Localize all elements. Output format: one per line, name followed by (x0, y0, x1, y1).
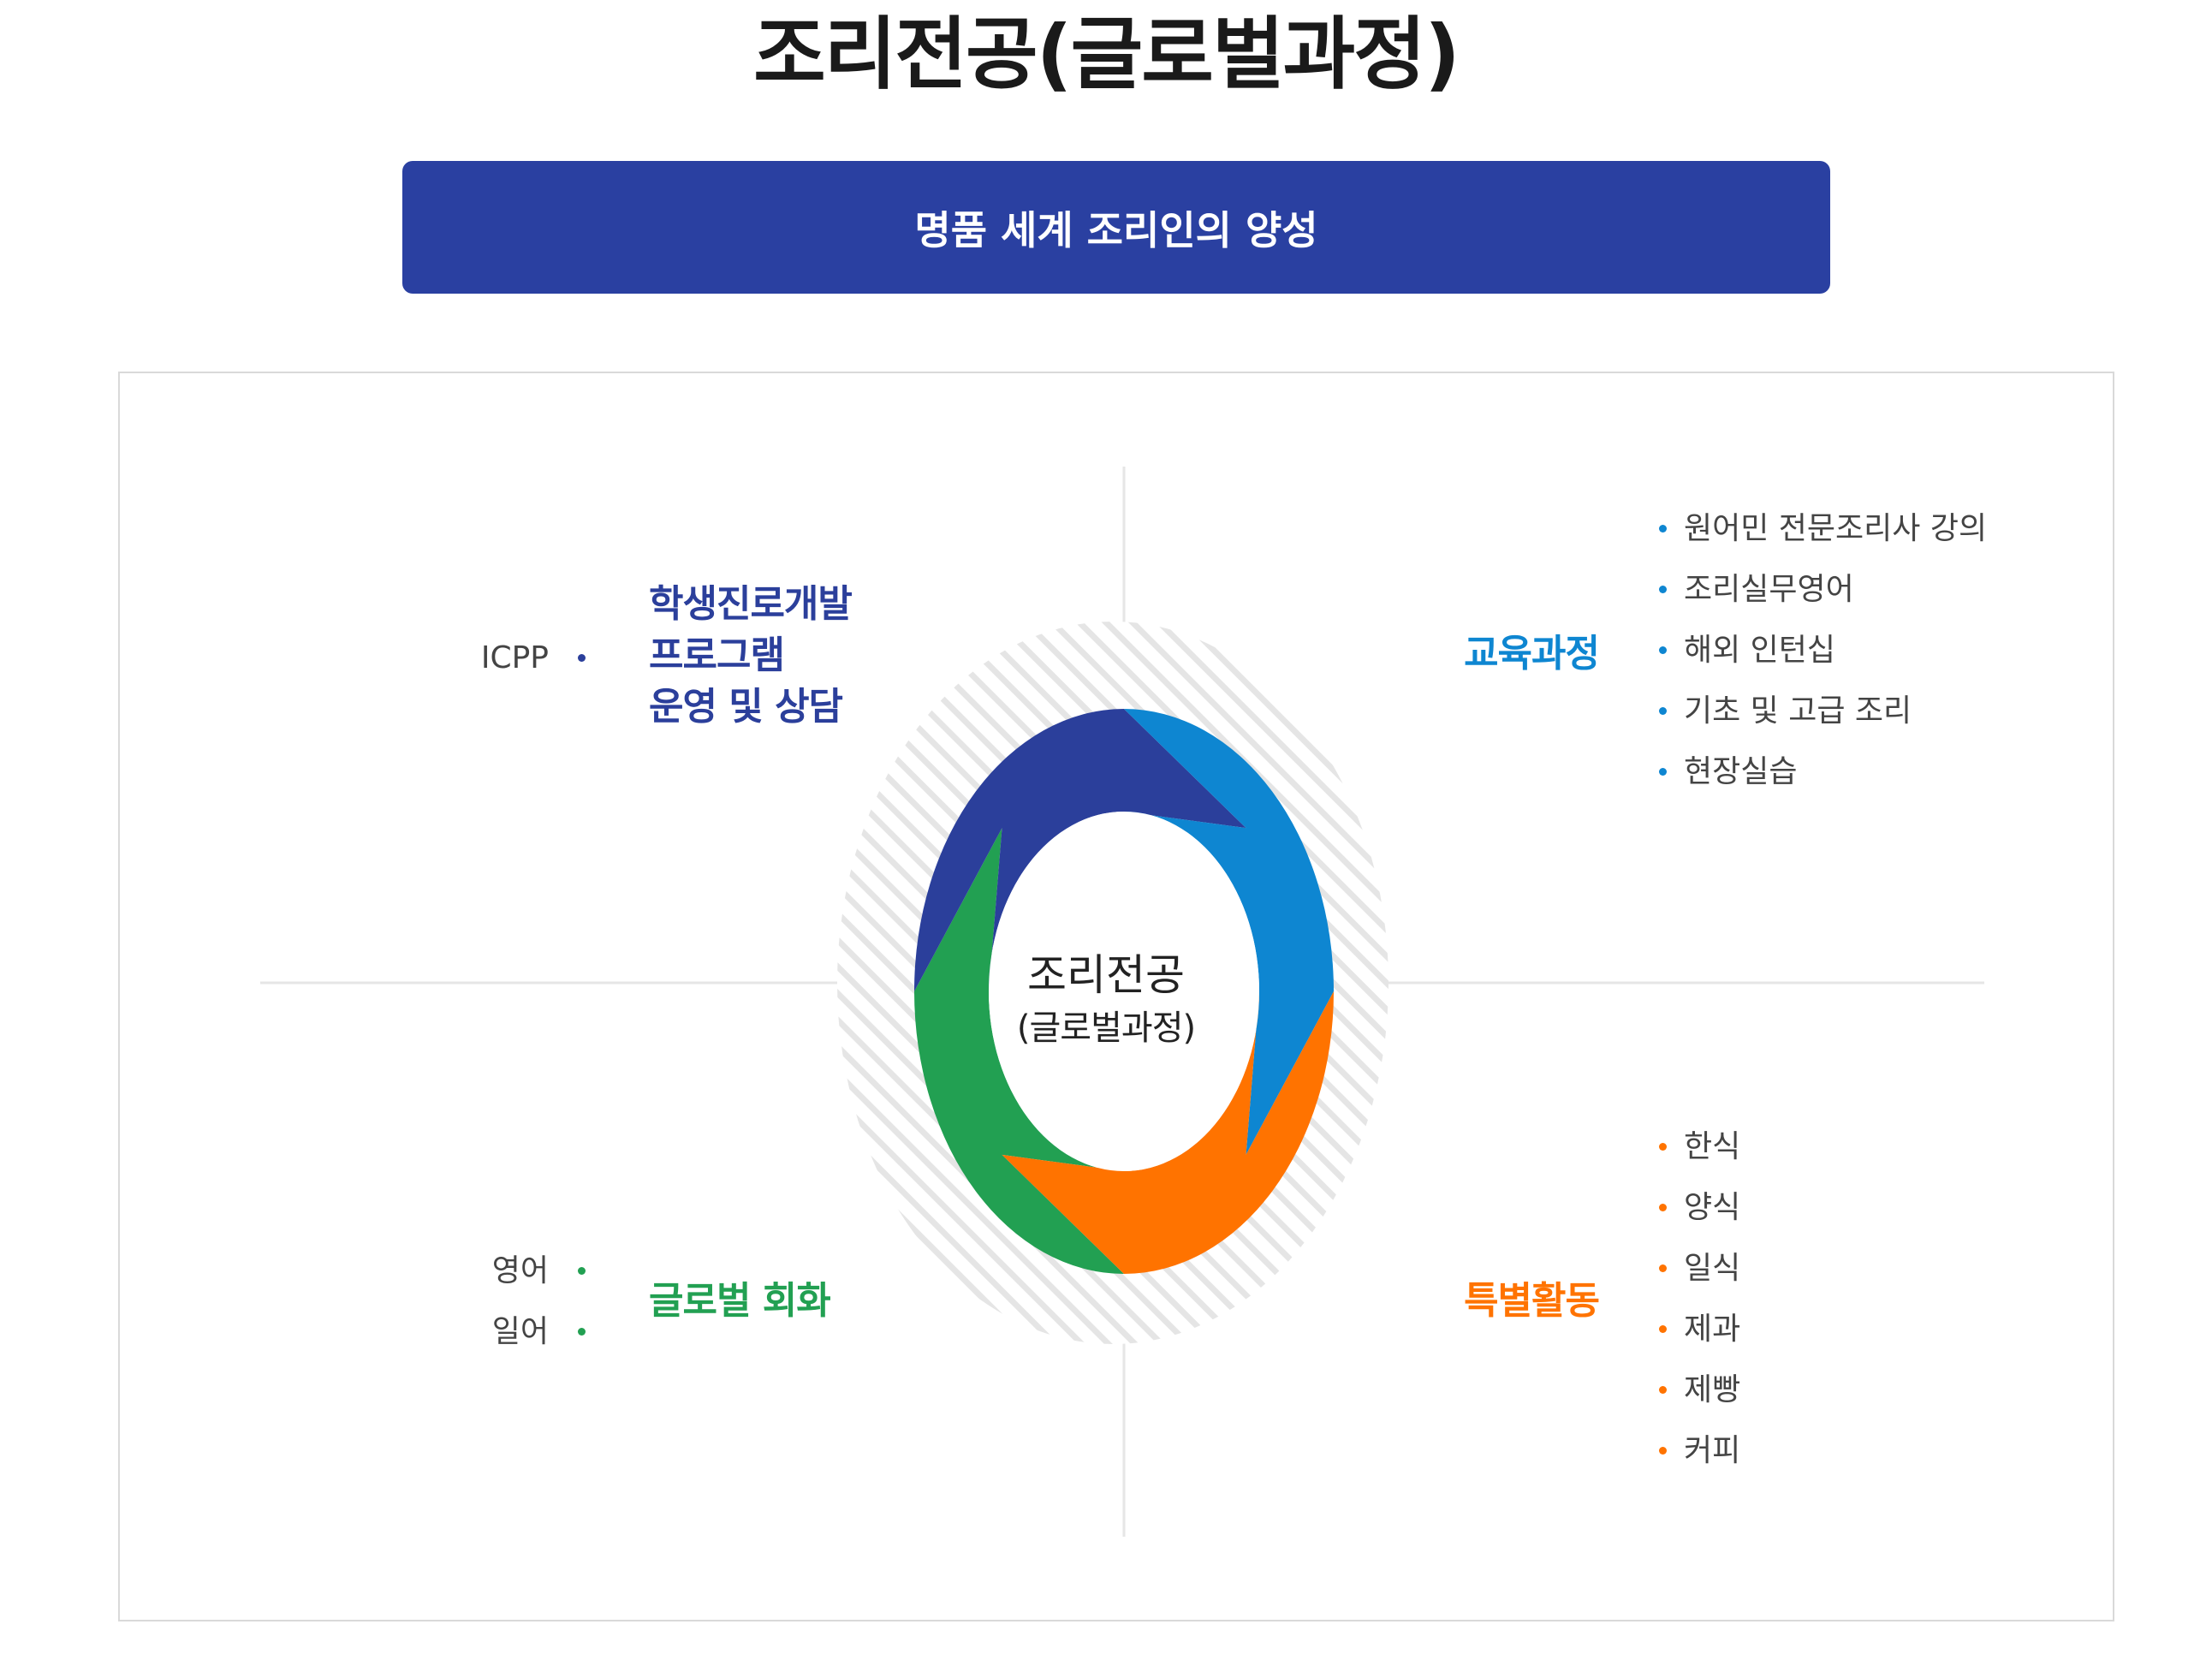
list-item: 한식 (1659, 1116, 1740, 1177)
bullet-dot (1659, 1204, 1667, 1211)
bullet-dot (1659, 586, 1667, 593)
bullet-dot (1659, 1143, 1667, 1151)
list-item: 영어 (492, 1240, 586, 1301)
list-item: 현장실습 (1659, 741, 1987, 802)
list-item: 조리실무영어 (1659, 559, 1987, 620)
heading-career-line: 운영 및 상담 (649, 685, 843, 729)
list-item: 해외 인턴십 (1659, 620, 1987, 681)
list-item: 기초 및 고급 조리 (1659, 681, 1987, 741)
heading-global-conversation: 글로벌 회화 (649, 1279, 831, 1323)
bullet-dot (1659, 768, 1667, 776)
bullet-dot (578, 654, 586, 662)
list-curriculum: 원어민 전문조리사 강의 조리실무영어 해외 인턴십 기초 및 고급 조리 현장… (1659, 498, 1987, 802)
bullet-dot (1659, 646, 1667, 654)
heading-career-line: 학생진로개발 (649, 582, 853, 626)
list-career-program: ICPP (481, 628, 586, 688)
bullet-dot (1659, 1386, 1667, 1394)
list-item: 일식 (1659, 1238, 1740, 1299)
heading-career-program: 학생진로개발 프로그램 운영 및 상담 (649, 579, 853, 733)
center-label-line1: 조리전공 (1027, 950, 1185, 1000)
bullet-dot (1659, 1447, 1667, 1455)
list-global-conversation: 영어 일어 (492, 1240, 586, 1362)
heading-special-activities: 특별활동 (1464, 1279, 1600, 1323)
center-label-line2: (글로벌과정) (1016, 1008, 1196, 1048)
list-item: 제빵 (1659, 1359, 1740, 1420)
cycle-diagram (260, 467, 1984, 1537)
list-item: 일어 (492, 1301, 586, 1362)
bullet-dot (1659, 1325, 1667, 1333)
bullet-dot (1659, 525, 1667, 532)
bullet-dot (578, 1267, 586, 1275)
center-label: 조리전공 (글로벌과정) (952, 914, 1260, 1086)
list-item: 원어민 전문조리사 강의 (1659, 498, 1987, 559)
bullet-dot (1659, 707, 1667, 715)
list-item: 커피 (1659, 1420, 1740, 1481)
bullet-dot (578, 1328, 586, 1336)
list-item: 양식 (1659, 1177, 1740, 1238)
list-special-activities: 한식 양식 일식 제과 제빵 커피 (1659, 1116, 1740, 1481)
list-item: 제과 (1659, 1299, 1740, 1359)
list-item: ICPP (481, 628, 586, 688)
bullet-dot (1659, 1264, 1667, 1272)
heading-curriculum: 교육과정 (1464, 632, 1600, 675)
heading-career-line: 프로그램 (649, 634, 785, 677)
